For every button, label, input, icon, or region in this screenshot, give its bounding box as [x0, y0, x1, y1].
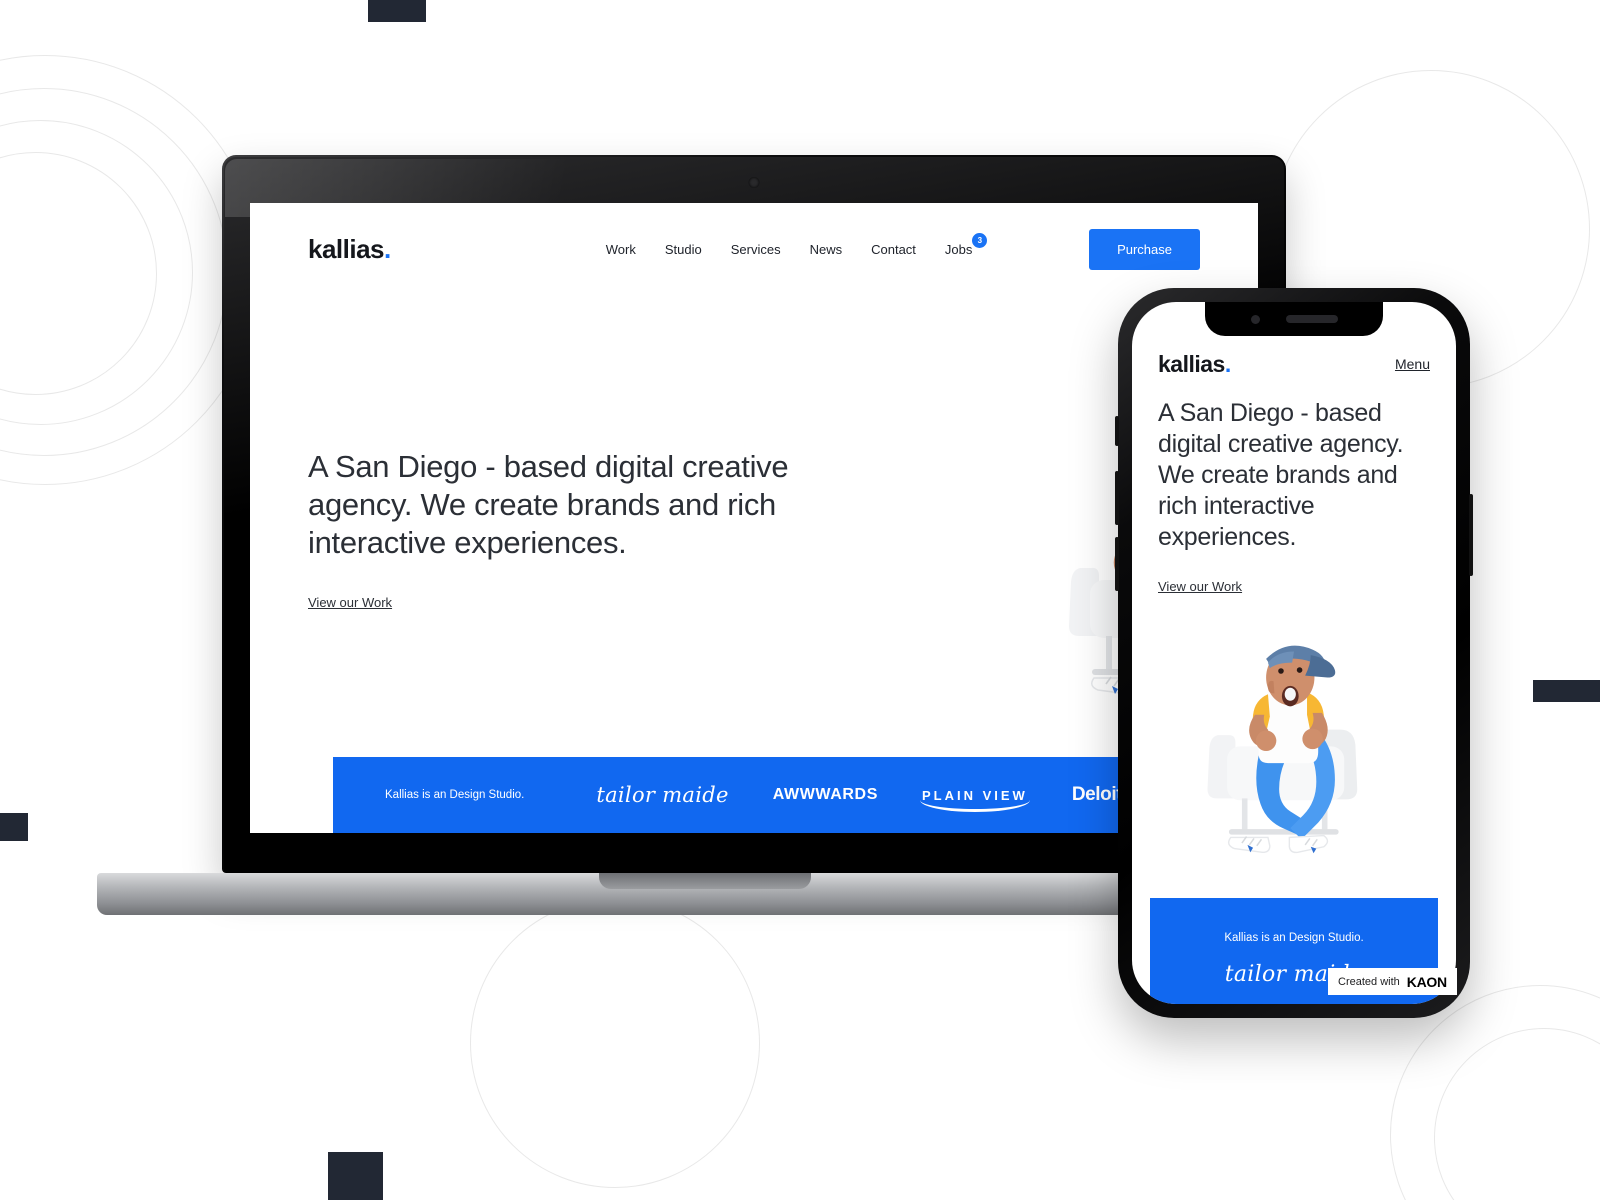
phone-hero-headline: A San Diego - based digital creative age…: [1158, 399, 1404, 551]
logo-text: kallias: [308, 233, 385, 264]
hero-headline: A San Diego - based digital creative age…: [308, 449, 789, 560]
phone-mockup: kallias. Menu A San Diego - based digita…: [1115, 288, 1473, 1018]
webcam-icon: [748, 177, 760, 188]
nav-item-studio[interactable]: Studio: [665, 242, 702, 257]
logo-dot: .: [384, 233, 391, 264]
phone-power-button[interactable]: [1469, 494, 1473, 576]
decor-square: [0, 813, 28, 841]
client-logo-awwwards: AWWWARDS: [772, 786, 878, 803]
phone-site-logo[interactable]: kallias.: [1158, 351, 1231, 378]
phone-notch: [1205, 302, 1383, 336]
phone-viewport: kallias. Menu A San Diego - based digita…: [1132, 302, 1456, 1004]
nav-item-services[interactable]: Services: [731, 242, 781, 257]
decor-square: [368, 0, 426, 22]
nav-item-jobs[interactable]: Jobs 3: [945, 232, 988, 257]
phone-menu-button[interactable]: Menu: [1395, 356, 1430, 372]
decor-square: [328, 1152, 383, 1200]
front-camera-icon: [1250, 314, 1260, 324]
decor-ring: [470, 898, 760, 1188]
nav-item-work[interactable]: Work: [606, 242, 636, 257]
desktop-viewport: kallias. Work Studio Services News Conta…: [250, 203, 1258, 833]
watermark-prefix: Created with: [1338, 975, 1400, 988]
phone-banner-caption: Kallias is an Design Studio.: [1224, 932, 1364, 944]
nav-item-news[interactable]: News: [810, 242, 843, 257]
nav-item-jobs-label[interactable]: Jobs: [945, 242, 972, 257]
client-logo-tailor-maide: tailor maide: [596, 783, 729, 807]
decor-square: [1533, 680, 1600, 702]
phone-logo-text: kallias: [1158, 350, 1225, 377]
jobs-count-badge: 3: [972, 232, 988, 248]
phone-hero-illustration-3d-character: [1207, 645, 1358, 854]
desktop-nav-links: Work Studio Services News Contact Jobs 3: [606, 232, 988, 257]
earpiece-speaker-icon: [1285, 315, 1338, 323]
phone-volume-down-button[interactable]: [1115, 537, 1119, 591]
decor-ring: [1434, 1028, 1600, 1200]
client-logo-plain-view: PLAIN VIEW: [919, 787, 1030, 812]
site-logo[interactable]: kallias.: [308, 234, 391, 265]
client-logo-list: tailor maide AWWWARDS PLAIN VIEW Deloitt…: [596, 783, 1144, 812]
phone-silent-switch[interactable]: [1115, 416, 1119, 446]
banner-caption: Kallias is an Design Studio.: [385, 789, 525, 801]
watermark-brand: KAON: [1406, 973, 1447, 990]
purchase-button[interactable]: Purchase: [1089, 228, 1200, 270]
phone-view-our-work-link[interactable]: View our Work: [1158, 579, 1242, 594]
nav-item-contact[interactable]: Contact: [871, 242, 916, 257]
phone-navbar: kallias. Menu: [1132, 342, 1456, 386]
desktop-hero: A San Diego - based digital creative age…: [308, 448, 828, 612]
desktop-navbar: kallias. Work Studio Services News Conta…: [250, 203, 1258, 295]
view-our-work-link[interactable]: View our Work: [308, 595, 392, 610]
phone-logo-dot: .: [1224, 350, 1231, 377]
created-with-watermark: Created with KAON: [1328, 968, 1457, 995]
phone-hero: A San Diego - based digital creative age…: [1158, 398, 1418, 596]
phone-volume-up-button[interactable]: [1115, 471, 1119, 525]
